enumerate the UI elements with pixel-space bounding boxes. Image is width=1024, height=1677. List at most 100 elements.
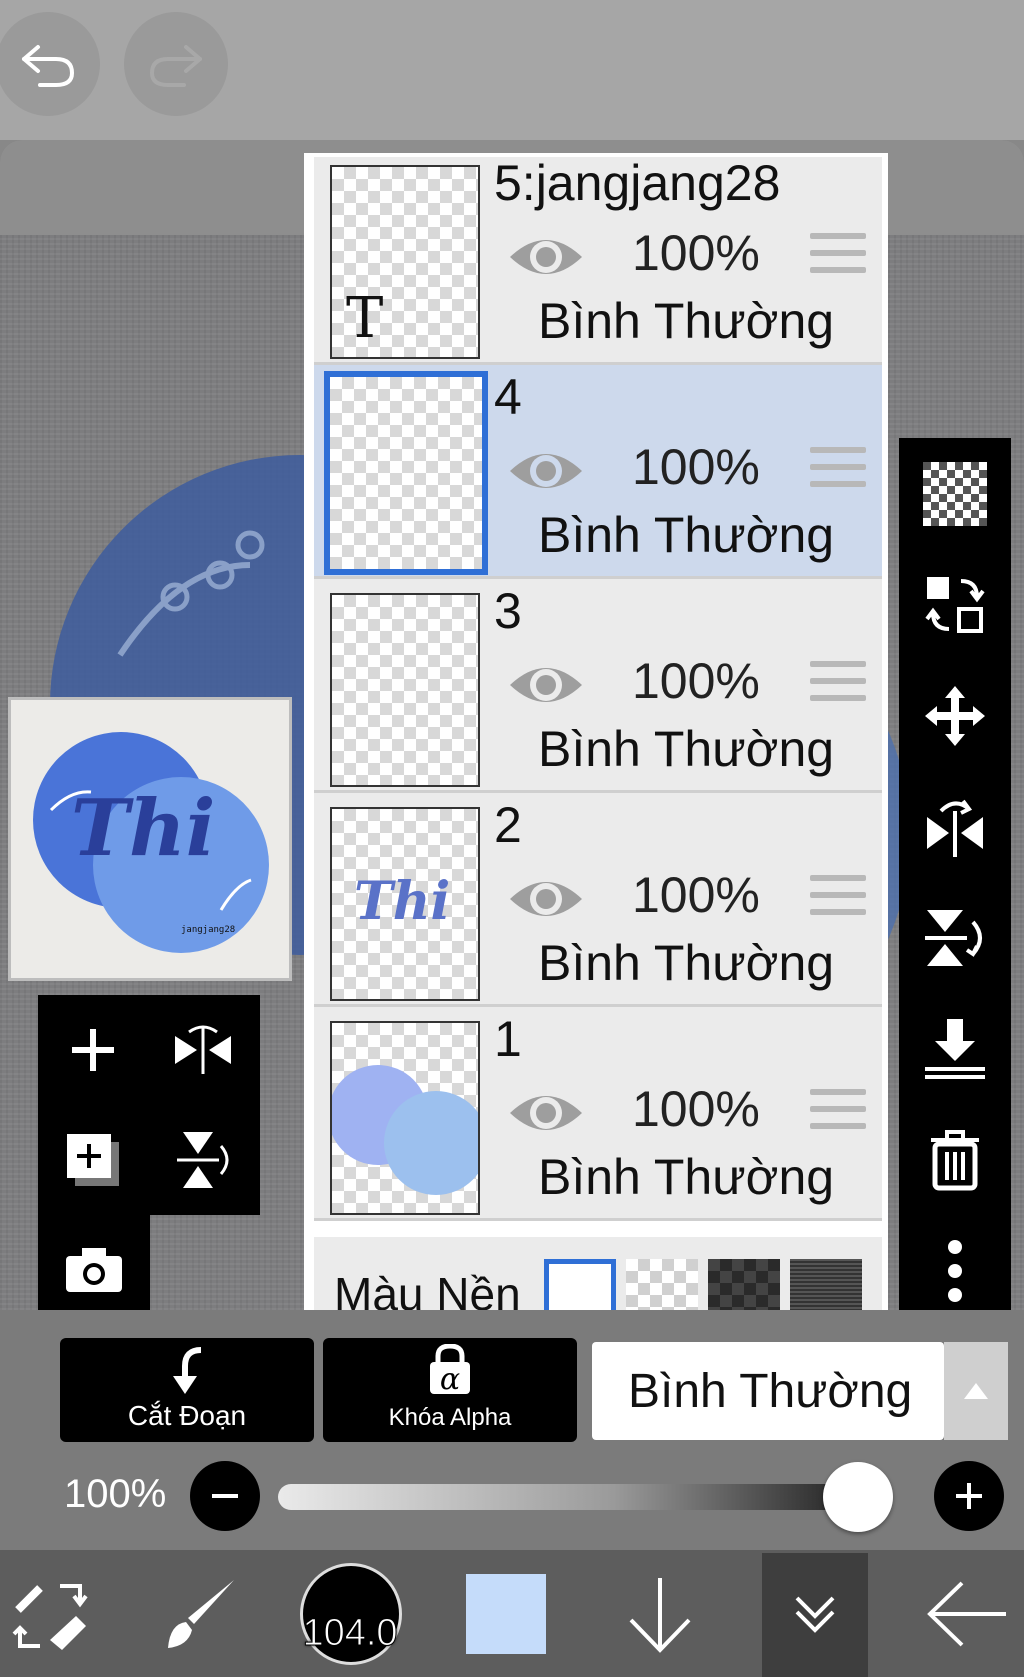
layer-row-4[interactable]: 4 100% Bình Thường — [314, 365, 882, 579]
layer-blend-mode: Bình Thường — [538, 507, 835, 563]
layer-opacity: 100% — [632, 867, 760, 923]
brush-icon — [168, 1579, 234, 1648]
trash-icon — [931, 1129, 979, 1190]
back-button[interactable] — [918, 1550, 1018, 1677]
add-layer-button[interactable] — [38, 995, 148, 1105]
layer-row-1[interactable]: 1 100% Bình Thường — [314, 1007, 882, 1221]
arrow-down-icon — [629, 1577, 691, 1653]
drag-handle-icon[interactable] — [810, 1089, 866, 1135]
blend-mode-select[interactable]: Bình Thường — [592, 1342, 944, 1440]
drag-handle-icon[interactable] — [810, 233, 866, 279]
redo-button[interactable] — [124, 12, 228, 116]
transform-tool-icon — [12, 1583, 88, 1650]
swap-layers-button[interactable] — [899, 549, 1011, 660]
drag-handle-icon[interactable] — [810, 875, 866, 921]
layer-thumbnail — [324, 371, 488, 575]
drag-handle-icon[interactable] — [810, 447, 866, 493]
drag-handle-icon[interactable] — [810, 661, 866, 707]
brush-size-value: 104.0 — [302, 1612, 398, 1655]
more-vertical-icon — [948, 1239, 962, 1302]
left-toolbar — [38, 995, 260, 1215]
canvas-preview[interactable]: Thi jangjang28 — [8, 697, 292, 981]
layer-thumbnail: T — [330, 165, 480, 359]
flip-horizontal-icon — [175, 1025, 231, 1074]
layer-thumb-circles — [332, 1065, 478, 1195]
swap-layers-icon — [925, 576, 985, 633]
transform-tool-button[interactable] — [0, 1550, 100, 1677]
eye-icon[interactable] — [506, 657, 586, 713]
layer-name: 5:jangjang28 — [494, 155, 781, 211]
layers-button[interactable] — [762, 1550, 868, 1677]
plus-icon — [72, 1029, 114, 1071]
move-button[interactable] — [899, 660, 1011, 771]
merge-down-button[interactable] — [899, 993, 1011, 1104]
chevron-double-down-icon — [795, 1596, 835, 1633]
camera-icon — [66, 1248, 122, 1292]
triangle-up-icon — [964, 1383, 988, 1399]
eye-icon[interactable] — [506, 229, 586, 285]
layer-thumbnail — [330, 1021, 480, 1215]
layer-row-3[interactable]: 3 100% Bình Thường — [314, 579, 882, 793]
layer-blend-mode: Bình Thường — [538, 293, 835, 349]
layer-opacity: 100% — [632, 225, 760, 281]
merge-down-icon — [925, 1018, 985, 1079]
preview-artwork: Thi jangjang28 — [33, 732, 269, 953]
layers-panel: T 5:jangjang28 100% Bình Thường 4 100% B… — [304, 153, 888, 1325]
down-arrow-button[interactable] — [610, 1550, 710, 1677]
layer-opacity: 100% — [632, 653, 760, 709]
flip-horizontal-button[interactable] — [148, 995, 258, 1105]
layer-name: 4 — [494, 369, 522, 425]
alpha-lock-button[interactable]: α Khóa Alpha — [323, 1338, 577, 1442]
right-toolbar — [899, 438, 1011, 1328]
transparent-fill-button[interactable] — [899, 438, 1011, 549]
flip-horizontal-right-button[interactable] — [899, 771, 1011, 882]
text-layer-icon: T — [346, 286, 384, 351]
layer-name: 2 — [494, 797, 522, 853]
clip-arrow-icon — [173, 1347, 202, 1394]
undo-button[interactable] — [0, 12, 100, 116]
layer-name: 1 — [494, 1011, 522, 1067]
preview-small-text: jangjang28 — [181, 925, 235, 935]
opacity-decrease-button[interactable] — [190, 1461, 260, 1531]
opacity-slider-handle[interactable] — [823, 1462, 893, 1532]
layer-thumbnail — [330, 593, 480, 787]
opacity-increase-button[interactable] — [934, 1461, 1004, 1531]
move-icon — [925, 685, 985, 746]
flip-vertical-right-button[interactable] — [899, 882, 1011, 993]
arrow-left-icon — [927, 1581, 1006, 1646]
layer-row-2[interactable]: Thi 2 100% Bình Thường — [314, 793, 882, 1007]
layer-thumbnail: Thi — [330, 807, 480, 1001]
preview-text: Thi — [71, 783, 215, 874]
blend-mode-value: Bình Thường — [628, 1365, 913, 1418]
eye-icon[interactable] — [506, 443, 586, 499]
layer-opacity: 100% — [632, 439, 760, 495]
layer-name: 3 — [494, 583, 522, 639]
delete-layer-button[interactable] — [899, 1104, 1011, 1215]
brush-tool-button[interactable] — [150, 1550, 250, 1677]
duplicate-layer-icon — [67, 1134, 119, 1186]
layer-thumb-text: Thi — [354, 871, 451, 932]
minus-icon — [212, 1494, 238, 1498]
layer-opacity: 100% — [632, 1081, 760, 1137]
clipping-label: Cắt Đoạn — [127, 1400, 247, 1431]
layer-blend-mode: Bình Thường — [538, 935, 835, 991]
layer-row-5[interactable]: T 5:jangjang28 100% Bình Thường — [314, 155, 882, 365]
clipping-button[interactable]: Cắt Đoạn — [60, 1338, 314, 1442]
current-color-swatch[interactable] — [466, 1574, 546, 1654]
flip-vertical-button[interactable] — [148, 1105, 258, 1215]
eye-icon[interactable] — [506, 1085, 586, 1141]
blend-mode-dropdown-button[interactable] — [944, 1342, 1008, 1440]
plus-icon — [956, 1483, 982, 1509]
duplicate-layer-button[interactable] — [38, 1105, 148, 1215]
camera-button[interactable] — [38, 1215, 150, 1325]
layer-blend-mode: Bình Thường — [538, 1149, 835, 1205]
opacity-label: 100% — [64, 1472, 167, 1516]
redo-icon — [149, 45, 202, 87]
layer-blend-mode: Bình Thường — [538, 721, 835, 777]
opacity-slider[interactable] — [278, 1484, 888, 1510]
alpha-symbol: α — [439, 1362, 461, 1397]
checkerboard-icon — [923, 461, 987, 526]
undo-icon — [22, 45, 75, 87]
eye-icon[interactable] — [506, 871, 586, 927]
alpha-lock-label: Khóa Alpha — [388, 1404, 512, 1431]
